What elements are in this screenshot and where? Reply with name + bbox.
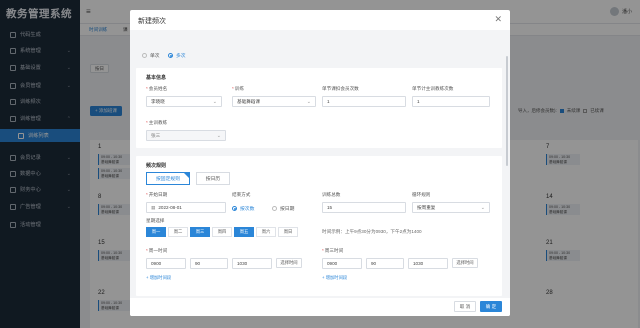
wed-duration-input[interactable]: 90 — [366, 258, 404, 269]
cycle-rule-select[interactable]: 按周重复 ⌄ — [412, 202, 490, 213]
training-label: *训练 — [232, 86, 244, 91]
type-single-radio[interactable]: 单次 — [142, 52, 160, 59]
end-by-date-radio[interactable]: 按日期 — [272, 205, 294, 212]
coach-count-label: 单节计主训教练次数 — [412, 86, 454, 91]
frequency-rule-section: 频次规则 按固定规则 按日历 *开始日期 ▦ 2022-08-01 结束方式 按次… — [136, 156, 502, 296]
end-by-count-radio[interactable]: 按次数 — [232, 205, 254, 212]
chevron-down-icon: ⌄ — [216, 133, 221, 139]
weekday-sun[interactable]: 周日 — [278, 227, 298, 237]
dialog-title: 新建频次 — [138, 18, 166, 25]
dialog-footer: 取 消 确 定 — [130, 298, 510, 316]
close-icon[interactable]: ✕ — [494, 14, 502, 25]
chevron-down-icon: ⌄ — [306, 99, 311, 105]
coach-label: *主训教练 — [146, 120, 168, 125]
calendar-icon: ▦ — [151, 204, 156, 210]
weekday-wed[interactable]: 周三 — [190, 227, 210, 237]
mon-duration-input[interactable]: 90 — [190, 258, 228, 269]
wed-time-label: *周三时间 — [322, 248, 344, 253]
total-count-label: 训练总数 — [322, 192, 341, 197]
new-frequency-dialog: 新建频次 ✕ 单次 多次 基本信息 *会员姓名 李晓晓 ⌄ *训练 基础舞蹈课 ⌄ … — [130, 10, 510, 316]
tab-fixed-rule[interactable]: 按固定规则 — [146, 172, 190, 185]
member-name-label: *会员姓名 — [146, 86, 168, 91]
weekday-sat[interactable]: 周六 — [256, 227, 276, 237]
scrollbar[interactable] — [506, 56, 508, 166]
wed-select-time-button[interactable]: 选择时间 — [452, 258, 478, 268]
section-title: 基本信息 — [146, 75, 167, 81]
total-count-input[interactable]: 15 — [322, 202, 406, 213]
weekday-label: 星期选择 — [146, 218, 165, 223]
mon-time-label: *周一时间 — [146, 248, 168, 253]
confirm-button[interactable]: 确 定 — [480, 301, 502, 312]
start-date-label: *开始日期 — [146, 192, 168, 197]
dialog-header: 新建频次 ✕ — [130, 10, 510, 30]
time-example-hint: 时间示例：上午9点30分为0930，下午2点为1400 — [322, 229, 422, 234]
member-count-input[interactable]: 1 — [322, 96, 406, 107]
member-count-label: 单节课扣会员次数 — [322, 86, 359, 91]
wed-end-time-input[interactable]: 1030 — [408, 258, 448, 269]
basic-info-section: 基本信息 *会员姓名 李晓晓 ⌄ *训练 基础舞蹈课 ⌄ 单节课扣会员次数 1 单节… — [136, 68, 502, 148]
end-mode-label: 结束方式 — [232, 192, 251, 197]
type-multi-radio[interactable]: 多次 — [168, 52, 186, 59]
weekday-fri[interactable]: 周五 — [234, 227, 254, 237]
chevron-down-icon: ⌄ — [480, 205, 485, 211]
mon-start-time-input[interactable]: 0900 — [146, 258, 186, 269]
dialog-body: 单次 多次 基本信息 *会员姓名 李晓晓 ⌄ *训练 基础舞蹈课 ⌄ 单节课扣会员次… — [130, 30, 510, 298]
weekday-thu[interactable]: 周四 — [212, 227, 232, 237]
chevron-down-icon: ⌄ — [212, 99, 217, 105]
training-select[interactable]: 基础舞蹈课 ⌄ — [232, 96, 316, 107]
weekday-selector: 周一 周二 周三 周四 周五 周六 周日 — [146, 227, 306, 237]
section-title: 频次规则 — [146, 163, 167, 169]
mon-add-time-link[interactable]: + 增加时间段 — [146, 275, 171, 281]
wed-add-time-link[interactable]: + 增加时间段 — [322, 275, 347, 281]
cancel-button[interactable]: 取 消 — [454, 301, 476, 312]
coach-count-input[interactable]: 1 — [412, 96, 490, 107]
weekday-tue[interactable]: 周二 — [168, 227, 188, 237]
mon-end-time-input[interactable]: 1030 — [232, 258, 272, 269]
wed-start-time-input[interactable]: 0900 — [322, 258, 362, 269]
member-name-select[interactable]: 李晓晓 ⌄ — [146, 96, 222, 107]
start-date-input[interactable]: ▦ 2022-08-01 — [146, 202, 226, 213]
weekday-mon[interactable]: 周一 — [146, 227, 166, 237]
coach-select[interactable]: 张三 ⌄ — [146, 130, 226, 141]
tab-calendar[interactable]: 按日历 — [196, 172, 230, 185]
mon-select-time-button[interactable]: 选择时间 — [276, 258, 302, 268]
cycle-rule-label: 循环规则 — [412, 192, 431, 197]
